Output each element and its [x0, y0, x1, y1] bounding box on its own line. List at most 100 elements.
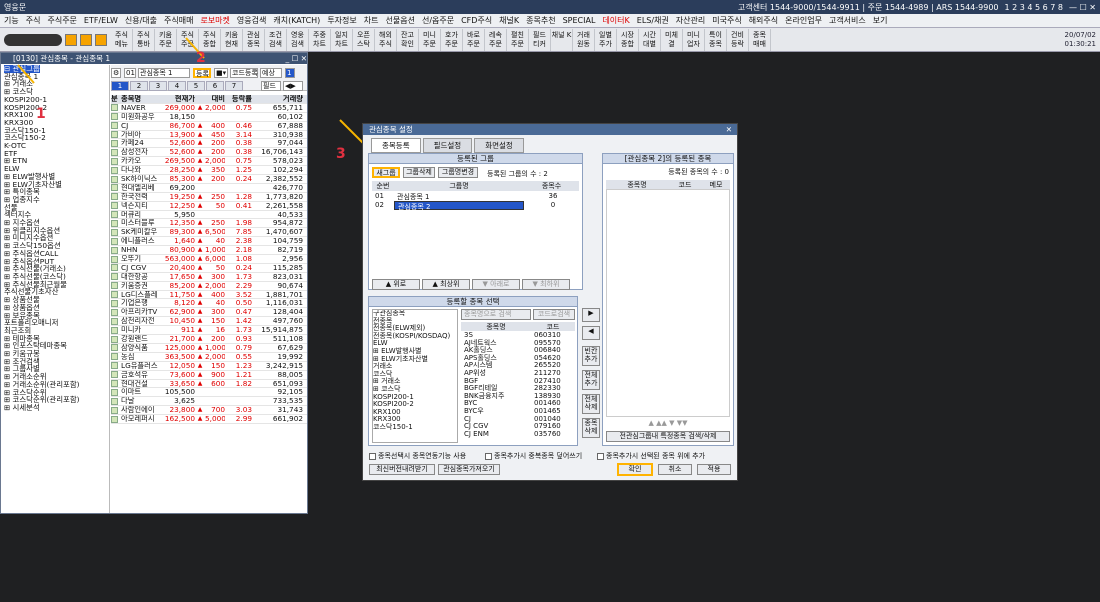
table-row[interactable]: 삼천리자전 10,450 ▲ 150 1.42 497,760 — [111, 317, 307, 327]
menu-item[interactable]: 차트 — [364, 15, 379, 26]
toolbar-button[interactable]: 조건 검색 — [265, 28, 287, 51]
grid-header-cell[interactable]: 현재가 — [159, 95, 195, 103]
page-tab[interactable]: 6 — [206, 81, 224, 91]
table-row[interactable]: 삼성전자 52,600 ▲ 200 0.38 16,706,143 — [111, 148, 307, 158]
rename-group-button[interactable]: 그룹명변경 — [438, 167, 478, 178]
table-row[interactable]: 다날 3,625 733,535 — [111, 397, 307, 407]
table-row[interactable]: 다나와 28,250 ▲ 350 1.25 102,294 — [111, 166, 307, 176]
group-row[interactable]: 02 관심종목 2 0 — [372, 201, 579, 211]
table-row[interactable]: 기업은행 8,120 ▲ 40 0.50 1,116,031 — [111, 299, 307, 309]
lock-icon[interactable] — [80, 33, 92, 46]
table-row[interactable]: 한국전력 19,250 ▲ 250 1.28 1,773,820 — [111, 193, 307, 202]
insert-above-checkbox[interactable]: 종목추가시 선택된 종목 위에 추가 — [597, 451, 705, 461]
toolbar-button[interactable]: 호가 주문 — [441, 28, 463, 51]
table-row[interactable]: 아프리카TV 62,900 ▲ 300 0.47 128,404 — [111, 308, 307, 318]
view-toggle[interactable]: ■▾ — [214, 68, 228, 78]
add-blank-button[interactable]: 빈칸추가 — [582, 346, 600, 366]
forecast-checkbox[interactable]: 예상 — [260, 68, 282, 78]
table-row[interactable]: 카페24 52,600 ▲ 200 0.38 97,044 — [111, 139, 307, 149]
search-combo[interactable] — [4, 33, 62, 46]
menu-item[interactable]: 로보마켓 — [200, 15, 229, 26]
page-tab[interactable]: 1 — [111, 81, 129, 91]
link-checkbox[interactable]: 종목선택시 종목연동기능 사용 — [369, 451, 466, 461]
group-row[interactable]: 01 관심종목 1 36 — [372, 192, 579, 201]
page-tab[interactable]: 3 — [149, 81, 167, 91]
grid-header-cell[interactable]: 대비 — [205, 95, 225, 103]
grid-header-cell[interactable] — [195, 95, 205, 103]
menu-item[interactable]: 채널K — [499, 15, 519, 26]
toolbar-button[interactable]: 종목 매매 — [749, 28, 771, 51]
grid-header-cell[interactable]: 거래량 — [252, 95, 305, 103]
menu-item[interactable]: 데이터K — [602, 15, 629, 26]
menu-item[interactable]: 영웅검색 — [237, 15, 266, 26]
move-top-button[interactable]: ▲ 최상위 — [422, 279, 470, 290]
toolbar-button[interactable]: 레속 주문 — [485, 28, 507, 51]
toolbar-button[interactable]: 주식 메뉴 — [111, 28, 133, 51]
toolbar-button[interactable]: 미니 업자 — [683, 28, 705, 51]
toolbar-button[interactable]: 시간 대별 — [639, 28, 661, 51]
grid-header-cell[interactable]: 분 — [111, 95, 119, 103]
table-row[interactable]: 머큐리 5,950 40,533 — [111, 211, 307, 220]
toolbar-button[interactable]: 펼친 주문 — [507, 28, 529, 51]
page-numbers[interactable]: 1 2 3 4 5 6 7 8 — [1005, 3, 1064, 12]
field-button[interactable]: 필드 — [261, 81, 281, 91]
page-1-button[interactable]: 1 — [285, 68, 295, 78]
table-row[interactable]: NAVER 269,000 ▲ 2,000 0.75 655,711 — [111, 104, 307, 113]
reorder-buttons[interactable]: ▲ ▲▲ ▼ ▼▼ — [606, 419, 730, 428]
toolbar-button[interactable]: 미니 주문 — [419, 28, 441, 51]
toolbar-button[interactable]: 잔고 확인 — [397, 28, 419, 51]
stock-name-search[interactable]: 종목명으로 검색 — [461, 309, 531, 320]
registered-stock-list[interactable] — [606, 189, 730, 417]
menu-item[interactable]: 캐치(KATCH) — [273, 15, 320, 26]
table-row[interactable]: 오뚜기 563,000 ▲ 6,000 1.08 2,956 — [111, 255, 307, 264]
table-row[interactable]: 넥슨지티 12,250 ▲ 50 0.41 2,261,558 — [111, 202, 307, 211]
toolbar-button[interactable]: 시장 종합 — [617, 28, 639, 51]
menu-item[interactable]: 고객서비스 — [829, 15, 866, 26]
tree-item[interactable]: ⊞ ETN — [4, 157, 109, 165]
download-latest-button[interactable]: 최신버전내려받기 — [369, 464, 435, 475]
grid-header-cell[interactable]: 종목명 — [119, 95, 159, 103]
delete-stock-button[interactable]: 종목삭제 — [582, 418, 600, 438]
register-button[interactable]: 등록 — [193, 68, 211, 78]
remove-arrow-button[interactable]: ◀ — [582, 326, 600, 340]
page-tab[interactable]: 7 — [225, 81, 243, 91]
apply-button[interactable]: 적용 — [697, 464, 731, 475]
table-row[interactable]: 미원화공우 18,150 60,102 — [111, 113, 307, 122]
move-bottom-button[interactable]: ▼ 최하위 — [522, 279, 570, 290]
menu-item[interactable]: 주식 — [26, 15, 41, 26]
menu-item[interactable]: 자산관리 — [676, 15, 705, 26]
table-row[interactable]: 삼양식품 125,000 ▲ 1,000 0.79 67,629 — [111, 344, 307, 353]
table-row[interactable]: 미스터블루 12,350 ▲ 250 1.98 954,872 — [111, 219, 307, 229]
category-item[interactable]: 코스닥150-1 — [373, 423, 457, 432]
toolbar-button[interactable]: 필드 티커 — [529, 28, 551, 51]
table-row[interactable]: 이마트 105,500 92,105 — [111, 388, 307, 398]
settings-icon[interactable]: ⚙ — [111, 68, 121, 78]
move-up-button[interactable]: ▲ 위로 — [372, 279, 420, 290]
table-row[interactable]: 에니플러스 1,640 ▲ 40 2.38 104,759 — [111, 237, 307, 247]
table-row[interactable]: 농심 363,500 ▲ 2,000 0.55 19,992 — [111, 353, 307, 362]
close-icon[interactable]: ✕ — [726, 124, 732, 135]
menu-item[interactable]: 보기 — [873, 15, 888, 26]
group-number[interactable]: 01 — [124, 68, 136, 78]
page-tab[interactable]: 5 — [187, 81, 205, 91]
delete-group-button[interactable]: 그룹삭제 — [403, 167, 435, 178]
table-row[interactable]: LG유플러스 12,050 ▲ 150 1.23 3,242,915 — [111, 362, 307, 371]
toolbar-button[interactable]: 일별 주가 — [595, 28, 617, 51]
toolbar-button[interactable]: 해외 주식 — [375, 28, 397, 51]
grid-header-cell[interactable]: 등락률 — [225, 95, 252, 103]
code-register-button[interactable]: 코드등록 — [230, 68, 258, 78]
toolbar-button[interactable]: 바로 주문 — [463, 28, 485, 51]
table-row[interactable]: 현대건설 33,650 ▲ 600 1.82 651,093 — [111, 380, 307, 389]
menu-item[interactable]: SPECIAL — [563, 16, 596, 25]
menu-item[interactable]: ELS/채권 — [637, 15, 669, 26]
search-delete-stock-button[interactable]: 전관심그룹내 특정종목 검색/삭제 — [606, 431, 730, 442]
add-all-button[interactable]: 전체추가 — [582, 370, 600, 390]
table-row[interactable]: 사람인에이 23,800 ▲ 700 3.03 31,743 — [111, 406, 307, 416]
menu-item[interactable]: 미국주식 — [712, 15, 741, 26]
cancel-button[interactable]: 취소 — [658, 464, 692, 475]
table-row[interactable]: 강원랜드 21,700 ▲ 200 0.93 511,108 — [111, 335, 307, 344]
menu-item[interactable]: 기능 — [4, 15, 19, 26]
new-group-button[interactable]: 새그룹 — [372, 167, 400, 178]
import-watchlist-button[interactable]: 관심종목가져오기 — [438, 464, 500, 475]
table-row[interactable]: 가비아 13,900 ▲ 450 3.14 310,938 — [111, 131, 307, 140]
